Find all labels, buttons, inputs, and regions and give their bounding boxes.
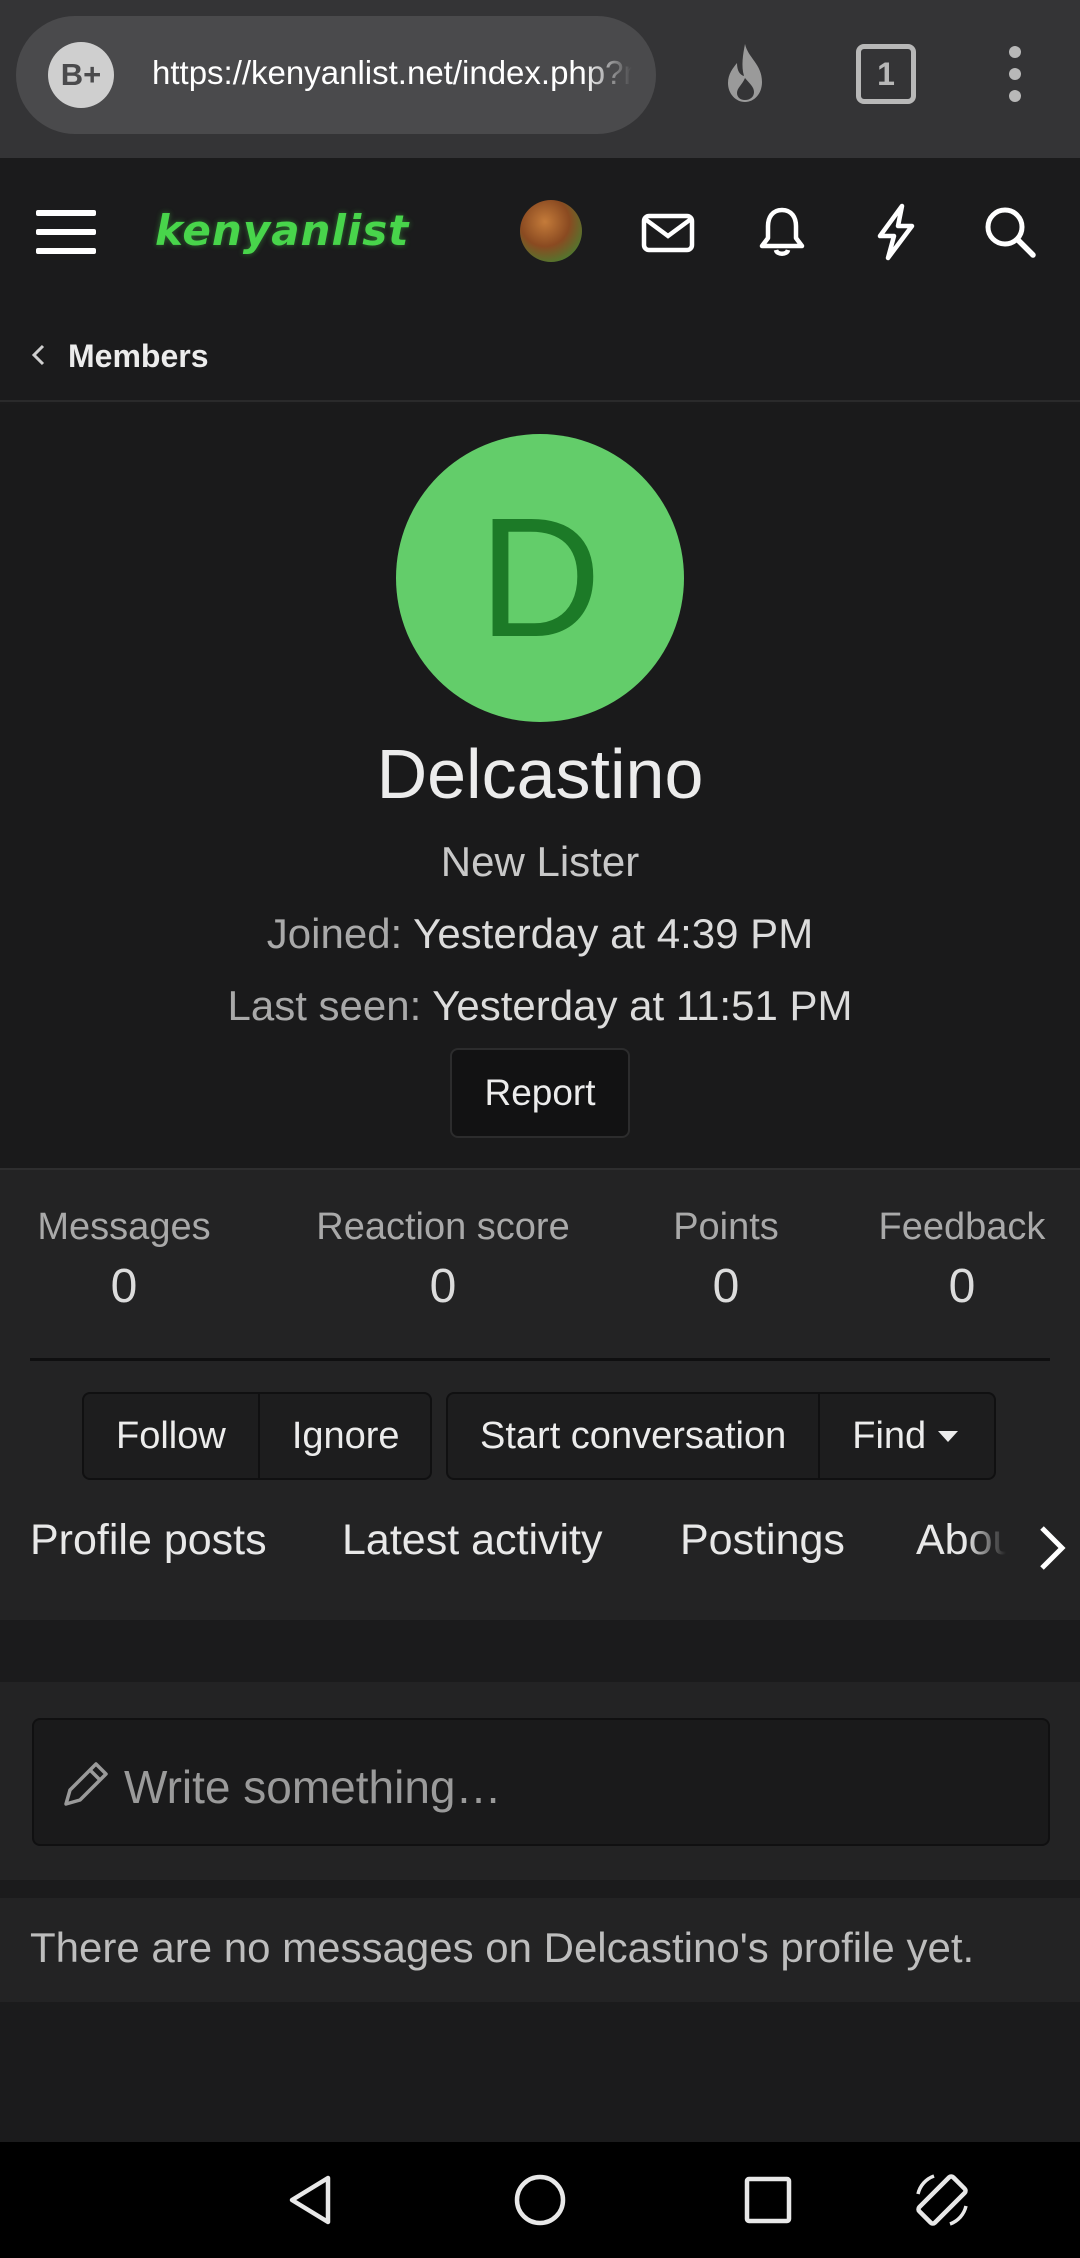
- breadcrumb-label[interactable]: Members: [68, 338, 209, 375]
- user-title: New Lister: [440, 838, 640, 885]
- profile-post-composer: Write something…: [0, 1682, 1080, 1880]
- system-navigation-bar: [0, 2142, 1080, 2258]
- conversation-find-group: Start conversation Find: [446, 1392, 996, 1480]
- back-triangle-icon[interactable]: [280, 2170, 340, 2230]
- recents-square-icon[interactable]: [738, 2170, 798, 2230]
- notifications-bell-icon[interactable]: [750, 200, 814, 264]
- chevron-right-icon[interactable]: [1032, 1522, 1072, 1574]
- stat-reaction-score[interactable]: Reaction score 0: [306, 1206, 580, 1314]
- profile-tabs: Profile posts Latest activity Postings A…: [0, 1500, 1080, 1590]
- stat-messages[interactable]: Messages 0: [30, 1206, 218, 1314]
- stat-value: 0: [948, 1260, 976, 1313]
- tab-latest-activity[interactable]: Latest activity: [342, 1516, 603, 1565]
- tab-profile-posts[interactable]: Profile posts: [30, 1516, 267, 1565]
- chevron-left-icon: [31, 344, 45, 366]
- site-logo[interactable]: kenyanlist: [155, 206, 409, 258]
- url-text[interactable]: https://kenyanlist.net/index.php?members…: [152, 54, 632, 98]
- ignore-button[interactable]: Ignore: [260, 1394, 432, 1478]
- follow-ignore-group: Follow Ignore: [82, 1392, 432, 1480]
- joined-line: Joined: Yesterday at 4:39 PM: [0, 910, 1080, 958]
- home-circle-icon[interactable]: [510, 2170, 570, 2230]
- joined-value: Yesterday at 4:39 PM: [413, 910, 814, 957]
- find-label: Find: [852, 1414, 927, 1457]
- last-seen-value[interactable]: Yesterday at 11:51 PM: [432, 982, 852, 1029]
- browser-toolbar: B+ https://kenyanlist.net/index.php?memb…: [0, 0, 1080, 158]
- inbox-mail-icon[interactable]: [636, 200, 700, 264]
- more-vertical-icon[interactable]: [980, 38, 1050, 108]
- stat-label: Reaction score: [316, 1206, 570, 1248]
- user-avatar[interactable]: [520, 200, 582, 262]
- caret-down-icon: [938, 1430, 959, 1442]
- find-dropdown-button[interactable]: Find: [820, 1394, 990, 1478]
- no-messages-text: There are no messages on Delcastino's pr…: [30, 1924, 975, 1971]
- last-seen-label: Last seen:: [227, 982, 422, 1029]
- stat-label: Feedback: [878, 1206, 1046, 1248]
- search-icon[interactable]: [978, 200, 1042, 264]
- pencil-icon: [64, 1762, 108, 1806]
- stat-value: 0: [712, 1260, 740, 1313]
- report-button[interactable]: Report: [450, 1048, 630, 1138]
- member-stats: Messages 0 Reaction score 0 Points 0 Fee…: [0, 1168, 1080, 1620]
- browser-badge-icon[interactable]: B+: [48, 42, 114, 108]
- joined-label: Joined:: [266, 910, 403, 957]
- stat-points[interactable]: Points 0: [666, 1206, 786, 1314]
- tab-postings[interactable]: Postings: [680, 1516, 845, 1565]
- profile-username: Delcastino: [376, 735, 704, 813]
- start-conversation-button[interactable]: Start conversation: [448, 1394, 821, 1478]
- follow-button[interactable]: Follow: [84, 1394, 260, 1478]
- profile-header: D Delcastino New Lister Joined: Yesterda…: [0, 404, 1080, 1168]
- hamburger-menu-icon[interactable]: [34, 200, 98, 264]
- tab-about[interactable]: About: [916, 1516, 1006, 1565]
- profile-avatar[interactable]: D: [396, 434, 684, 722]
- write-placeholder: Write something…: [124, 1761, 502, 1813]
- tabs-count-icon[interactable]: 1: [856, 44, 916, 104]
- rotate-screen-icon[interactable]: [912, 2170, 972, 2230]
- stat-value: 0: [429, 1260, 457, 1313]
- whats-new-bolt-icon[interactable]: [864, 200, 928, 264]
- empty-state: There are no messages on Delcastino's pr…: [0, 1898, 1080, 2002]
- stat-label: Points: [673, 1206, 779, 1248]
- site-header: kenyanlist: [0, 158, 1080, 306]
- breadcrumb[interactable]: Members: [0, 306, 1080, 402]
- address-bar[interactable]: B+ https://kenyanlist.net/index.php?memb…: [16, 16, 656, 134]
- stat-value: 0: [110, 1260, 138, 1313]
- write-something-input[interactable]: Write something…: [32, 1718, 1050, 1846]
- last-seen-line: Last seen: Yesterday at 11:51 PM: [0, 982, 1080, 1030]
- fire-icon[interactable]: [710, 38, 780, 108]
- stat-label: Messages: [37, 1206, 211, 1248]
- stat-feedback[interactable]: Feedback 0: [874, 1206, 1050, 1314]
- divider: [30, 1358, 1050, 1361]
